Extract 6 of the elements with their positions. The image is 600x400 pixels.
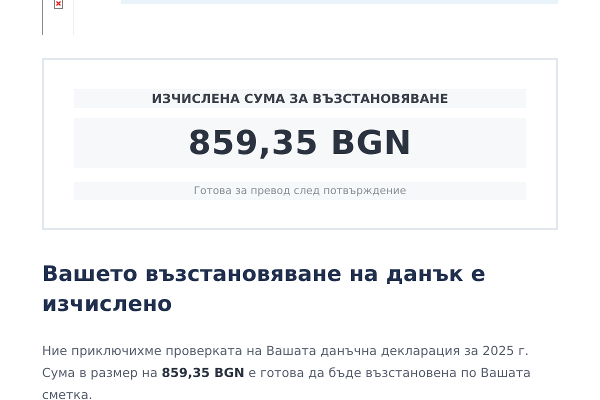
body-paragraph: Ние приключихме проверката на Вашата данъчна декларация за 2025 г. Сума в размер на 859,35 BGN е готова да бъде възстановена по Вашата сметка. xyxy=(42,342,532,400)
refund-note: Готова за превод след потвърждение xyxy=(74,182,526,200)
page-heading: Вашето възстановяване на данък е изчислено xyxy=(42,261,486,319)
broken-image-icon xyxy=(54,0,62,9)
refund-label: ИЗЧИСЛЕНА СУМА ЗА ВЪЗСТАНОВЯВАНЕ xyxy=(74,89,526,108)
refund-amount: 859,35 BGN xyxy=(74,118,526,168)
